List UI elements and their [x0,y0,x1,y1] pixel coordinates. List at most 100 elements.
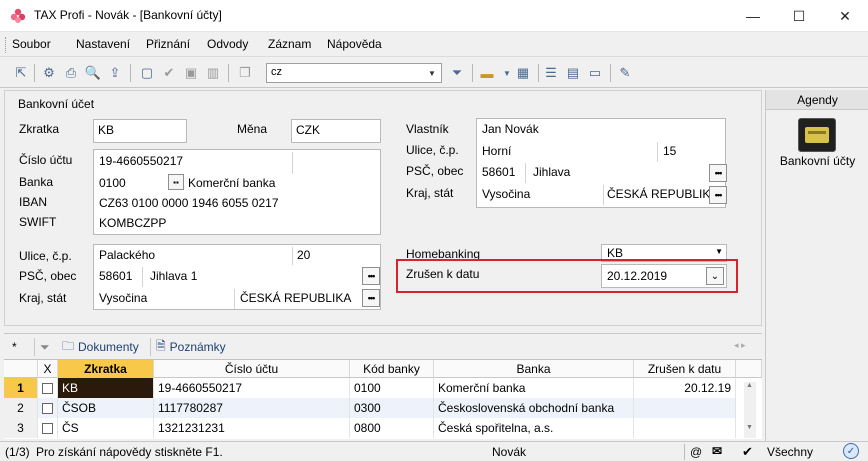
filter-status-label: Všechny [767,445,814,459]
cell-zkratka[interactable]: ČSOB [58,398,154,418]
cell-kod[interactable]: 0300 [350,398,434,418]
table-row[interactable]: 2 ČSOB 1117780287 0300 Československá ob… [4,398,736,418]
cell-zkratka[interactable]: KB [58,378,154,398]
ulice-cp-field[interactable]: 20 [297,248,310,262]
bank-card-icon[interactable] [798,118,836,152]
mena-field[interactable]: CZK [291,119,381,143]
stat-field[interactable]: ČESKÁ REPUBLIKA [240,291,351,305]
preview-icon[interactable]: 🔍 [84,64,102,82]
cell-zrusen[interactable]: 20.12.19 [634,378,736,398]
cell-kod[interactable]: 0100 [350,378,434,398]
vlastnik-field[interactable]: Jan Novák [482,122,539,136]
grid-icon[interactable]: ▦ [514,64,532,82]
maximize-button[interactable]: ☐ [776,0,822,32]
toolbar-separator [130,64,131,82]
v-stat-picker-button[interactable]: ••• [709,186,727,204]
cell-zkratka[interactable]: ČS [58,418,154,438]
new-record-icon[interactable]: ▢ [138,64,156,82]
confirm-icon[interactable]: ✔ [160,64,178,82]
check-icon[interactable]: ✔ [742,444,753,460]
tab-all[interactable]: * [12,337,17,357]
cell-banka[interactable]: Komerční banka [434,378,634,398]
column-header-banka[interactable]: Banka [434,360,634,378]
agendy-panel: Agendy Bankovní účty [765,90,868,461]
print-icon[interactable]: ⎙ [62,64,80,82]
obec-picker-button[interactable]: ••• [362,267,380,285]
column-header-zkratka[interactable]: Zkratka [58,360,154,378]
detail-view-icon[interactable]: ▭ [586,64,604,82]
tools-icon[interactable]: ⚙ [40,64,58,82]
export-icon[interactable]: ⇪ [106,64,124,82]
save-icon[interactable]: ▣ [182,64,200,82]
obec-field[interactable]: Jihlava 1 [150,269,197,283]
cell-kod[interactable]: 0800 [350,418,434,438]
v-kraj-field[interactable]: Vysočina [482,187,530,201]
email-icon[interactable]: @ [690,445,702,459]
close-button[interactable]: ✕ [822,0,868,32]
tools-wand-icon[interactable]: ✎ [616,64,634,82]
grid-scrollbar[interactable]: ▲ ▼ [744,382,756,438]
stat-picker-button[interactable]: ••• [362,289,380,307]
column-header-cislo[interactable]: Číslo účtu [154,360,350,378]
table-row[interactable]: 1 KB 19-4660550217 0100 Komerční banka 2… [4,378,736,398]
filter-icon[interactable]: ⏷ [448,64,466,82]
v-ulice-cp-field[interactable]: 15 [663,144,676,158]
cell-cislo[interactable]: 1321231231 [154,418,350,438]
ulice-field[interactable]: Palackého [99,248,155,262]
v-obec-picker-button[interactable]: ••• [709,164,727,182]
menu-priznani[interactable]: Přiznání [146,37,190,51]
tab-all-label: * [12,340,17,354]
v-ulice-field[interactable]: Horní [482,144,511,158]
banka-name-field[interactable]: Komerční banka [188,176,275,190]
v-stat-field[interactable]: ČESKÁ REPUBLIKA [607,187,718,201]
delete-icon[interactable]: ▥ [204,64,222,82]
bank-box: 19-4660550217 0100 ▪▪ Komerční banka CZ6… [93,149,381,235]
menu-odvody[interactable]: Odvody [207,37,248,51]
copy-icon[interactable]: ❐ [236,64,254,82]
menu-zaznam[interactable]: Záznam [268,37,311,51]
cell-zrusen[interactable] [634,398,736,418]
chevron-down-icon[interactable]: ▼ [715,247,723,256]
tab-scroll-arrows[interactable]: ◂ ▸ [734,340,746,351]
psc-field[interactable]: 58601 [99,269,132,283]
exit-icon[interactable]: ⇱ [12,64,30,82]
banka-code-field[interactable]: 0100 [99,176,126,190]
cell-cislo[interactable]: 19-4660550217 [154,378,350,398]
mail-icon[interactable]: ✉ [712,444,722,458]
row-checkbox[interactable] [38,398,58,418]
divider [34,338,35,356]
cell-cislo[interactable]: 1117780287 [154,398,350,418]
agendy-item-bankovni-ucty[interactable]: Bankovní účty [766,154,868,168]
column-header-kod[interactable]: Kód banky [350,360,434,378]
cell-zrusen[interactable] [634,418,736,438]
table-row[interactable]: 3 ČS 1321231231 0800 Česká spořitelna, a… [4,418,736,438]
iban-field[interactable]: CZ63 0100 0000 1946 6055 0217 [99,196,279,210]
form-view-icon[interactable]: ▤ [564,64,582,82]
menu-nastaveni[interactable]: Nastavení [76,37,130,51]
banka-picker-button[interactable]: ▪▪ [168,174,184,190]
row-checkbox[interactable] [38,418,58,438]
folder-icon[interactable]: ▬ [478,64,496,82]
list-view-icon[interactable]: ☰ [542,64,560,82]
row-checkbox[interactable] [38,378,58,398]
menu-napoveda[interactable]: Nápověda [327,37,382,51]
filter-icon[interactable]: ⏷ [40,337,50,357]
filter-status[interactable]: Všechny ✓ [765,441,868,461]
current-user: Novák [492,445,527,459]
column-header-x[interactable]: X [38,360,58,378]
tab-dokumenty[interactable]: 🗀 Dokumenty [62,337,139,357]
v-psc-field[interactable]: 58601 [482,165,515,179]
column-header-zrusen[interactable]: Zrušen k datu [634,360,736,378]
kraj-field[interactable]: Vysočina [99,291,147,305]
v-obec-field[interactable]: Jihlava [533,165,570,179]
cislo-uctu-field[interactable]: 19-4660550217 [99,154,183,168]
menu-soubor[interactable]: Soubor [12,37,51,51]
search-combo[interactable]: cz ▼ [266,63,442,83]
swift-field[interactable]: KOMBCZPP [99,216,166,230]
minimize-button[interactable]: — [730,0,776,32]
cell-banka[interactable]: Československá obchodní banka [434,398,634,418]
chevron-down-icon[interactable]: ▼ [425,65,439,81]
zkratka-field[interactable]: KB [93,119,187,143]
cell-banka[interactable]: Česká spořitelna, a.s. [434,418,634,438]
tab-poznamky[interactable]: 🗎 Poznámky [156,337,226,357]
